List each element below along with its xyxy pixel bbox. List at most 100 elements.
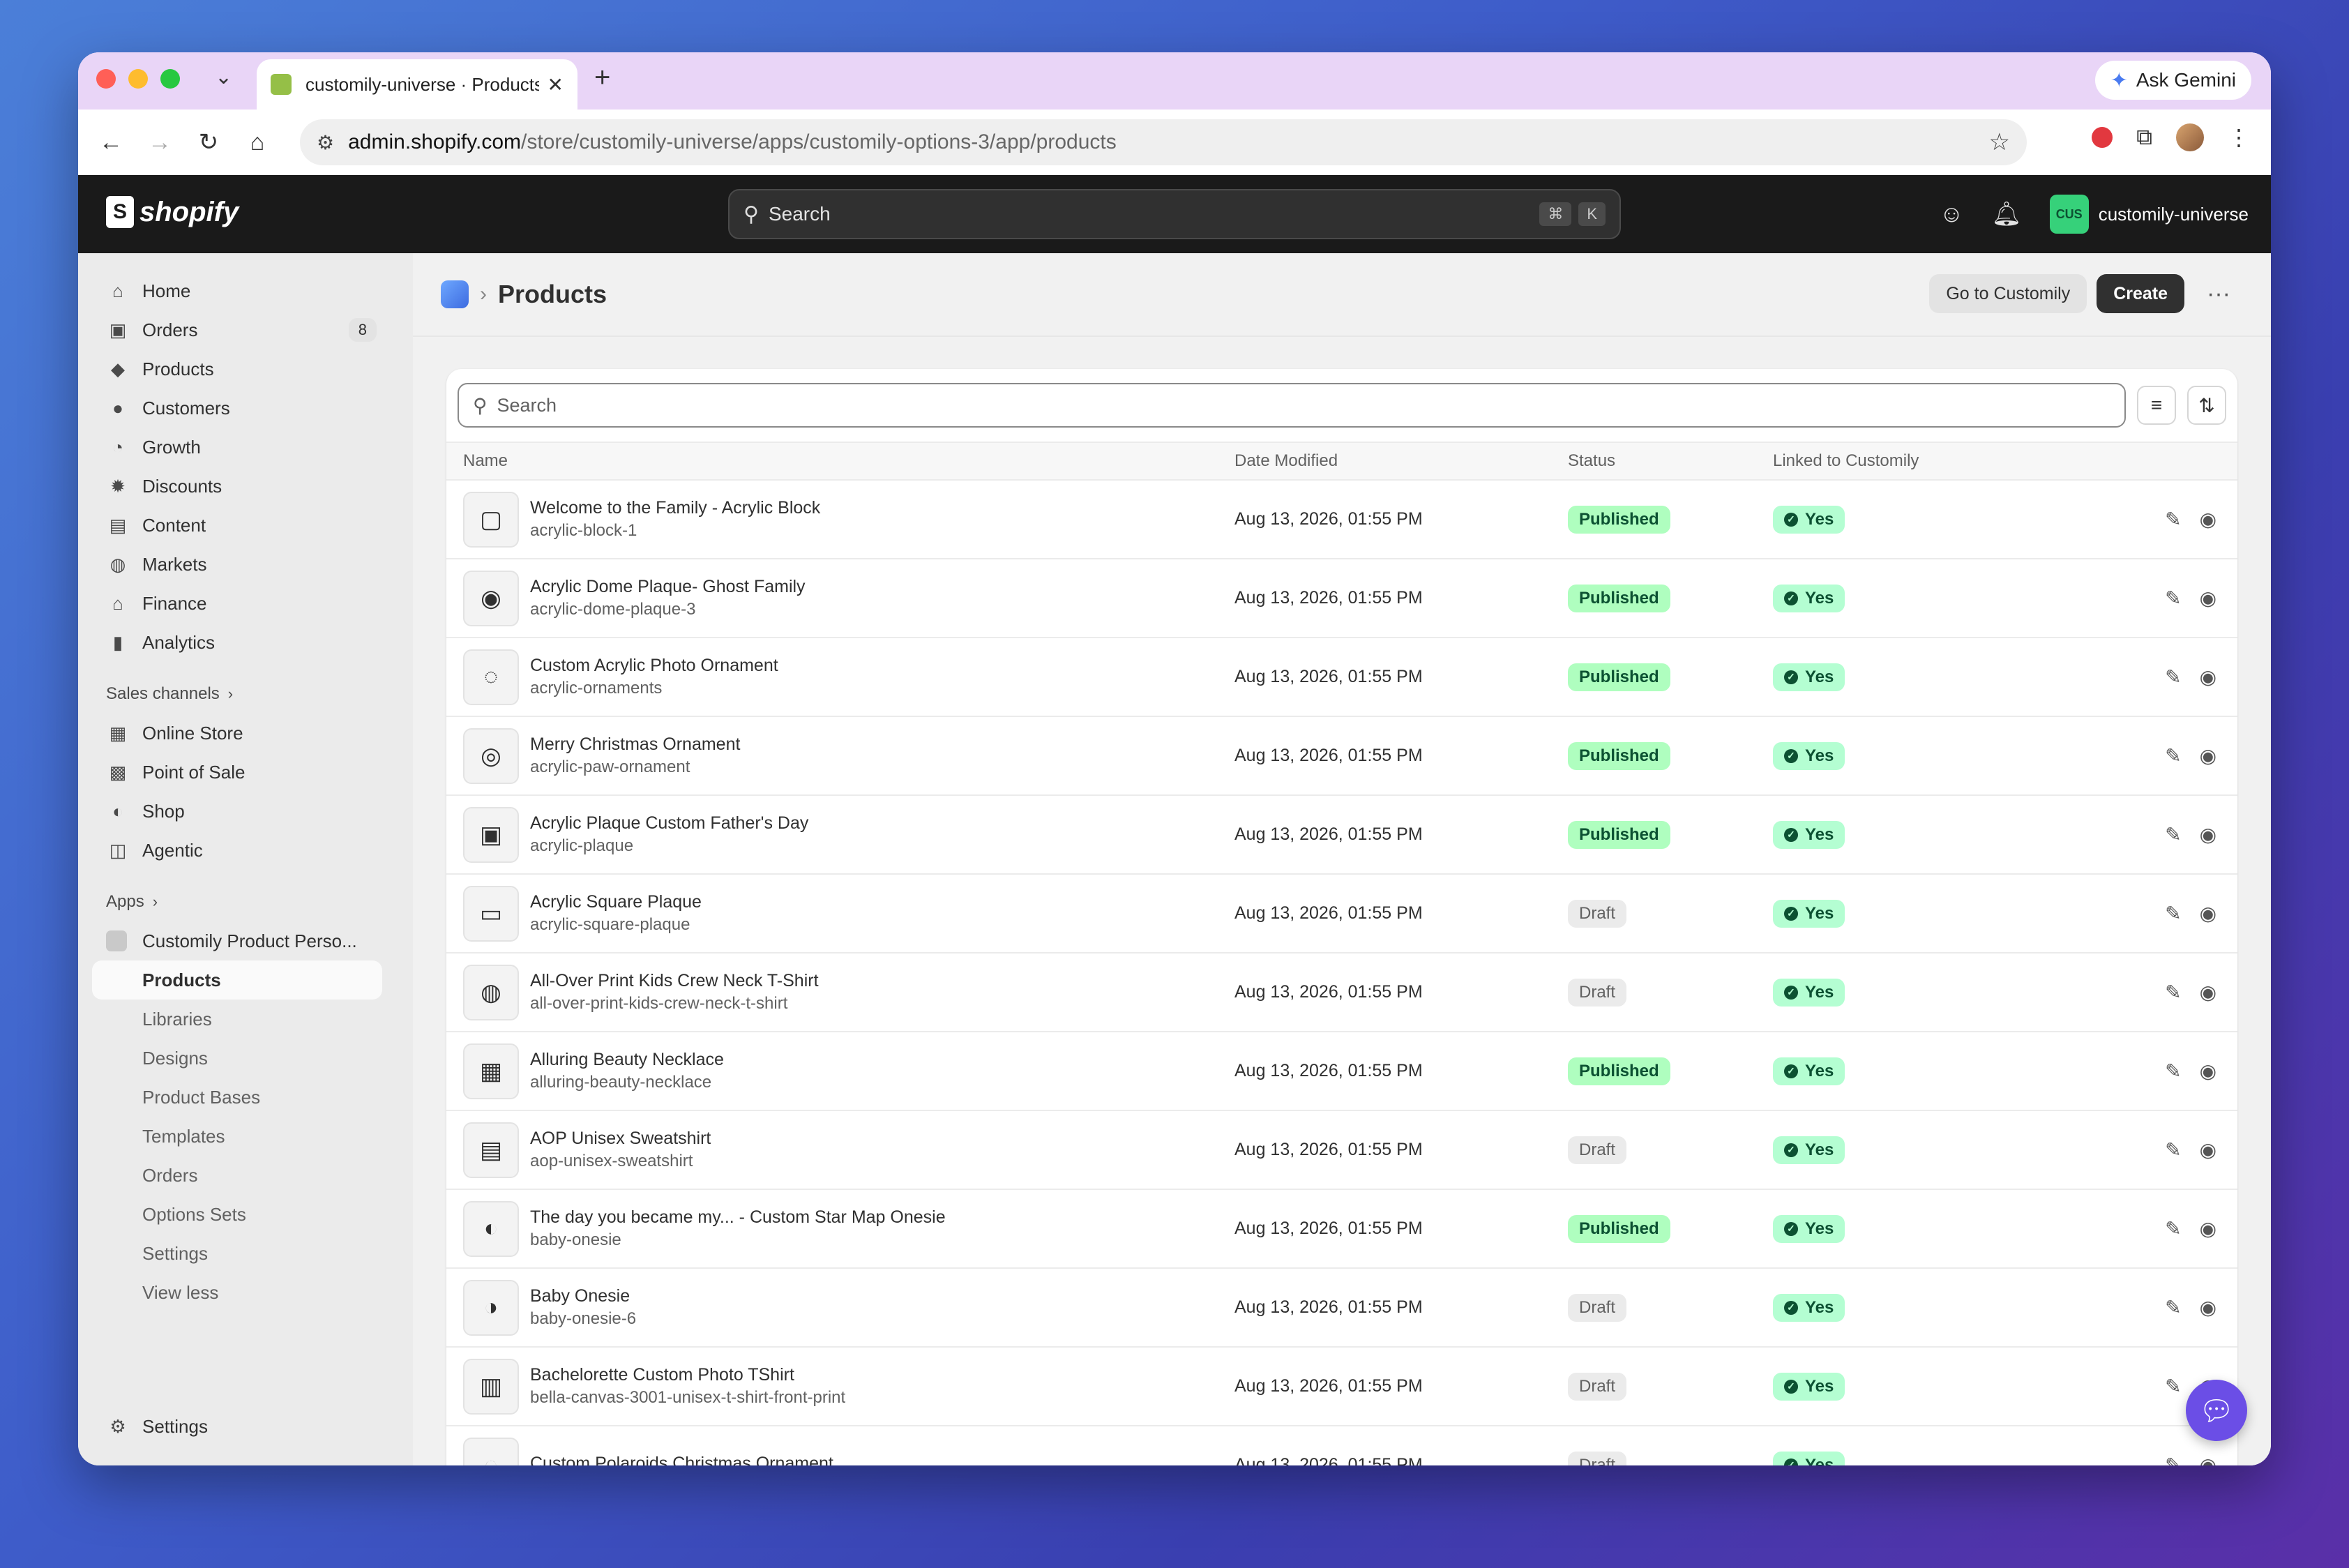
- table-row[interactable]: ▭ Acrylic Square Plaque acrylic-square-pla…: [446, 874, 2237, 953]
- product-name[interactable]: Welcome to the Family - Acrylic Block: [530, 498, 820, 518]
- sidebar-item-content[interactable]: ▤ Content: [78, 506, 413, 545]
- app-subnav-libraries[interactable]: Libraries: [78, 1000, 413, 1039]
- table-row[interactable]: ▣ Acrylic Plaque Custom Father's Day acryl…: [446, 795, 2237, 875]
- view-eye-icon[interactable]: ◉: [2200, 823, 2216, 846]
- sidekick-icon[interactable]: ☺: [1940, 201, 1964, 228]
- product-thumbnail[interactable]: ▣: [463, 806, 519, 863]
- global-search-input[interactable]: ⚲ Search ⌘ K: [728, 189, 1621, 239]
- app-subnav-products[interactable]: Products: [92, 960, 382, 1000]
- view-eye-icon[interactable]: ◉: [2200, 1060, 2216, 1083]
- header-status[interactable]: Status: [1568, 442, 1773, 481]
- view-eye-icon[interactable]: ◉: [2200, 1454, 2216, 1465]
- table-row[interactable]: ◍ All-Over Print Kids Crew Neck T-Shirt al…: [446, 953, 2237, 1032]
- product-name[interactable]: Baby Onesie: [530, 1286, 636, 1306]
- product-name[interactable]: Merry Christmas Ornament: [530, 734, 740, 755]
- app-subnav-designs[interactable]: Designs: [78, 1039, 413, 1078]
- product-name[interactable]: Custom Acrylic Photo Ornament: [530, 656, 778, 676]
- create-button[interactable]: Create: [2097, 274, 2185, 313]
- product-thumbnail[interactable]: ◎: [463, 728, 519, 784]
- table-row[interactable]: ▥ Bachelorette Custom Photo TShirt bella-c…: [446, 1347, 2237, 1426]
- product-thumbnail[interactable]: ◍: [463, 964, 519, 1020]
- product-name[interactable]: AOP Unisex Sweatshirt: [530, 1129, 711, 1149]
- sidebar-item-finance[interactable]: ⌂ Finance: [78, 584, 413, 623]
- notifications-bell-icon[interactable]: 🔔︎: [1992, 200, 2022, 228]
- filter-icon[interactable]: ≡: [2137, 386, 2176, 425]
- tab-close-icon[interactable]: ✕: [547, 73, 564, 96]
- app-subnav-options-sets[interactable]: Options Sets: [78, 1195, 413, 1234]
- product-thumbnail[interactable]: ▢: [463, 491, 519, 548]
- edit-pencil-icon[interactable]: ✎: [2165, 508, 2181, 531]
- profile-avatar[interactable]: [2176, 123, 2204, 151]
- minimize-window-button[interactable]: [128, 69, 148, 89]
- store-menu-button[interactable]: CUS customily-universe: [2049, 195, 2249, 234]
- bookmark-star-icon[interactable]: ☆: [1989, 128, 2010, 156]
- product-thumbnail[interactable]: ▭: [463, 885, 519, 942]
- product-name[interactable]: Acrylic Dome Plaque- Ghost Family: [530, 577, 806, 597]
- product-thumbnail[interactable]: ▤: [463, 1122, 519, 1178]
- product-thumbnail[interactable]: ▦: [463, 1043, 519, 1099]
- table-row[interactable]: ▦ Alluring Beauty Necklace alluring-beauty…: [446, 1032, 2237, 1111]
- maximize-window-button[interactable]: [160, 69, 180, 89]
- close-window-button[interactable]: [96, 69, 116, 89]
- product-thumbnail[interactable]: ◉: [463, 570, 519, 626]
- view-eye-icon[interactable]: ◉: [2200, 587, 2216, 610]
- header-date-modified[interactable]: Date Modified: [1234, 442, 1568, 481]
- extension-red-icon[interactable]: [2092, 127, 2113, 148]
- puzzle-extensions-icon[interactable]: ⧉: [2136, 124, 2152, 151]
- new-tab-button[interactable]: +: [594, 62, 610, 93]
- product-name[interactable]: All-Over Print Kids Crew Neck T-Shirt: [530, 971, 819, 991]
- sidebar-item-growth[interactable]: ◔ Growth: [78, 428, 413, 467]
- view-eye-icon[interactable]: ◉: [2200, 508, 2216, 531]
- tab-search-chevron-icon[interactable]: ⌄: [215, 65, 232, 89]
- app-subnav-view-less[interactable]: View less: [78, 1273, 413, 1312]
- edit-pencil-icon[interactable]: ✎: [2165, 744, 2181, 767]
- ask-gemini-button[interactable]: ✦ Ask Gemini: [2094, 61, 2251, 100]
- apps-header[interactable]: Apps ›: [78, 882, 413, 921]
- sidebar-item-shop[interactable]: ◐ Shop: [78, 792, 413, 831]
- table-row[interactable]: ◎ Merry Christmas Ornament acrylic-paw-orn…: [446, 716, 2237, 796]
- product-name[interactable]: Alluring Beauty Necklace: [530, 1050, 724, 1070]
- sidebar-item-online-store[interactable]: ▦ Online Store: [78, 714, 413, 753]
- table-row[interactable]: ◌ Custom Acrylic Photo Ornament acrylic-or…: [446, 638, 2237, 717]
- header-name[interactable]: Name: [446, 442, 1234, 481]
- edit-pencil-icon[interactable]: ✎: [2165, 587, 2181, 610]
- sidebar-item-home[interactable]: ⌂ Home: [78, 271, 413, 310]
- home-button-icon[interactable]: ⌂: [233, 129, 282, 156]
- edit-pencil-icon[interactable]: ✎: [2165, 1138, 2181, 1161]
- sidebar-item-point-of-sale[interactable]: ▩ Point of Sale: [78, 753, 413, 792]
- edit-pencil-icon[interactable]: ✎: [2165, 1375, 2181, 1398]
- sidebar-item-markets[interactable]: ◍ Markets: [78, 545, 413, 584]
- table-row[interactable]: ▢ Welcome to the Family - Acrylic Block ac…: [446, 480, 2237, 559]
- back-arrow-icon[interactable]: ←: [86, 129, 135, 156]
- product-thumbnail[interactable]: ◒: [463, 1437, 519, 1465]
- view-eye-icon[interactable]: ◉: [2200, 744, 2216, 767]
- table-row[interactable]: ◉ Acrylic Dome Plaque- Ghost Family acryli…: [446, 559, 2237, 638]
- product-thumbnail[interactable]: ▥: [463, 1358, 519, 1415]
- edit-pencil-icon[interactable]: ✎: [2165, 1217, 2181, 1240]
- chat-support-button[interactable]: 💬︎: [2186, 1380, 2247, 1441]
- product-name[interactable]: Acrylic Square Plaque: [530, 892, 702, 912]
- sidebar-item-customily-app[interactable]: Customily Product Perso...: [78, 921, 413, 960]
- table-row[interactable]: ▤ AOP Unisex Sweatshirt aop-unisex-sweatsh…: [446, 1110, 2237, 1190]
- sidebar-item-orders[interactable]: ▣ Orders 8: [78, 310, 413, 349]
- sidebar-item-discounts[interactable]: ✹ Discounts: [78, 467, 413, 506]
- kebab-menu-icon[interactable]: ⋮: [2228, 124, 2250, 151]
- product-search-input[interactable]: ⚲ Search: [458, 383, 2126, 428]
- app-subnav-templates[interactable]: Templates: [78, 1117, 413, 1156]
- product-name[interactable]: The day you became my... - Custom Star M…: [530, 1207, 946, 1228]
- more-actions-icon[interactable]: ···: [2194, 280, 2243, 308]
- table-row[interactable]: ◒ Custom Polaroids Christmas Ornament Aug …: [446, 1426, 2237, 1465]
- sidebar-item-settings[interactable]: ⚙ Settings: [78, 1407, 413, 1446]
- sort-icon[interactable]: ⇅: [2187, 386, 2226, 425]
- product-name[interactable]: Bachelorette Custom Photo TShirt: [530, 1365, 845, 1385]
- customily-app-icon[interactable]: [441, 280, 469, 308]
- view-eye-icon[interactable]: ◉: [2200, 1217, 2216, 1240]
- app-subnav-settings[interactable]: Settings: [78, 1234, 413, 1273]
- sidebar-item-analytics[interactable]: ▮ Analytics: [78, 623, 413, 662]
- browser-tab[interactable]: customily-universe · Products · S ✕: [257, 59, 577, 110]
- app-subnav-product-bases[interactable]: Product Bases: [78, 1078, 413, 1117]
- product-thumbnail[interactable]: ◌: [463, 649, 519, 705]
- sidebar-item-agentic[interactable]: ◫ Agentic: [78, 831, 413, 870]
- go-to-customily-button[interactable]: Go to Customily: [1929, 274, 2087, 313]
- edit-pencil-icon[interactable]: ✎: [2165, 1454, 2181, 1465]
